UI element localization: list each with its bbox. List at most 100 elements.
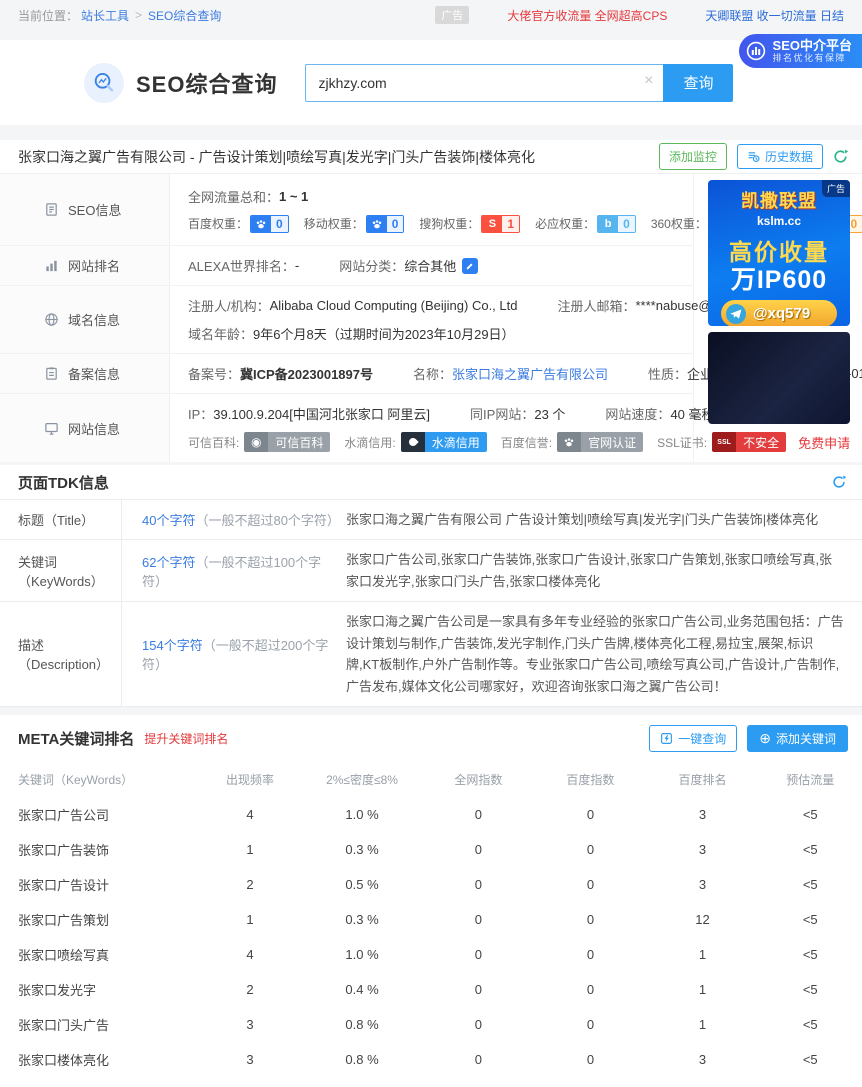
bing-weight-value: 0 [618,216,635,232]
breadcrumb-link-tools[interactable]: 站长工具 [81,7,129,24]
ssl-badge[interactable]: SSL不安全 [712,432,786,452]
promote-keyword-link[interactable]: 提升关键词排名 [144,730,228,747]
plus-circle-icon: ⊕ [759,731,771,745]
col-density: 2%≤密度≤8% [302,761,423,797]
trust-site-label: 可信百科: [188,434,239,451]
baidu-rank-cell: 3 [646,832,758,867]
seo-agency-ribbon[interactable]: SEO中介平台 排名优化有保障 [739,34,862,68]
est-traffic-cell: <5 [759,972,862,1007]
sidebar-item-site-rank[interactable]: 网站排名 [0,246,170,285]
query-button[interactable]: 查询 [663,64,733,102]
trust-badge[interactable]: ◉可信百科 [244,432,330,452]
frequency-cell: 1 [198,902,301,937]
table-row: 张家口门头广告 3 0.8 % 0 0 1 <5 [0,1007,862,1042]
one-click-query-button[interactable]: 一键查询 [649,725,737,752]
tdk-refresh-icon[interactable] [832,475,846,489]
table-row: 张家口楼体亮化 3 0.8 % 0 0 3 <5 [0,1042,862,1077]
ad-contact-pill[interactable]: @xq579 [721,300,837,326]
sogou-weight-value: 1 [502,216,519,232]
dark-ad-banner[interactable] [708,332,850,424]
baidu-weight-badge[interactable]: 0 [250,215,289,233]
meta-section-title: META关键词排名 [18,728,134,749]
keyword-cell: 张家口门头广告 [0,1007,198,1042]
paw-icon [557,432,581,452]
add-keyword-button[interactable]: ⊕ 添加关键词 [747,725,848,752]
baidu-index-link[interactable]: 0 [534,1007,646,1042]
table-row: 张家口喷绘写真 4 1.0 % 0 0 1 <5 [0,937,862,972]
net-index-cell: 0 [422,972,534,1007]
ribbon-line1: SEO中介平台 [773,38,852,54]
one-click-label: 一键查询 [678,730,726,747]
baidu-index-link[interactable]: 0 [534,1042,646,1077]
keyword-cell: 张家口广告设计 [0,867,198,902]
baidu-rank-cell: 3 [646,1042,758,1077]
breadcrumb-link-seo[interactable]: SEO综合查询 [148,7,221,24]
baidu-rank-cell: 1 [646,937,758,972]
baidu-index-link[interactable]: 0 [534,972,646,1007]
search-bar: × 查询 [305,64,733,102]
kaisa-ad-banner[interactable]: 广告 凯撒联盟 kslm.cc 高价收量 万IP600 @xq579 [708,180,850,326]
site-info-row: 网站信息 IP： 39.100.9.204[中国河北张家口 阿里云] 同IP网站… [0,394,693,462]
baidu-credit-badge[interactable]: 官网认证 [557,432,643,452]
history-label: 历史数据 [765,148,813,165]
net-index-cell: 0 [422,1042,534,1077]
waterdrop-badge[interactable]: 水滴信用 [401,432,487,452]
tdk-title-content: 张家口海之翼广告有限公司 广告设计策划|喷绘写真|发光字|门头广告装饰|楼体亮化 [340,500,862,539]
est-traffic-cell: <5 [759,797,862,832]
location-label: 当前位置： [18,7,78,24]
baidu-index-link[interactable]: 0 [534,867,646,902]
result-card: 张家口海之翼广告有限公司 - 广告设计策划|喷绘写真|发光字|门头广告装饰|楼体… [0,140,862,462]
frequency-cell: 1 [198,832,301,867]
col-keyword: 关键词（KeyWords） [0,761,198,797]
est-traffic-cell: <5 [759,1007,862,1042]
class-label: 网站分类： [339,256,404,275]
sidebar-item-seo-info[interactable]: SEO信息 [0,174,170,245]
col-frequency: 出现频率 [198,761,301,797]
traffic-value: 1 ~ 1 [279,189,308,204]
icp-name-link[interactable]: 张家口海之翼广告有限公司 [452,364,608,383]
history-data-button[interactable]: 历史数据 [737,144,823,169]
baidu-index-link[interactable]: 0 [534,832,646,867]
search-input[interactable] [305,64,663,102]
free-apply-link[interactable]: 免费申请 [798,433,850,452]
est-traffic-cell: <5 [759,832,862,867]
baidu-index-link[interactable]: 0 [534,902,646,937]
history-icon [747,150,760,163]
est-traffic-cell: <5 [759,902,862,937]
baidu-index-link[interactable]: 0 [534,937,646,972]
table-header-row: 关键词（KeyWords） 出现频率 2%≤密度≤8% 全网指数 百度指数 百度… [0,761,862,797]
sidebar-item-label: SEO信息 [68,200,121,219]
top-ad-link-blue[interactable]: 天卿联盟 收一切流量 日结 [705,7,844,24]
edit-icon[interactable] [462,258,478,274]
density-cell: 0.8 % [302,1042,423,1077]
add-monitor-button[interactable]: 添加监控 [659,143,727,170]
sidebar-item-icp-info[interactable]: 备案信息 [0,354,170,393]
sogou-weight-badge[interactable]: S1 [481,215,520,233]
add-keyword-label: 添加关键词 [776,730,836,747]
baidu-rank-cell: 12 [646,902,758,937]
mobile-weight-badge[interactable]: 0 [366,215,405,233]
keyword-cell: 张家口喷绘写真 [0,937,198,972]
ribbon-line2: 排名优化有保障 [773,53,852,64]
top-ad-link-red[interactable]: 大佬官方收流量 全网超高CPS [507,7,667,24]
density-cell: 1.0 % [302,797,423,832]
sidebar-item-label: 域名信息 [68,310,120,329]
sidebar-item-site-info[interactable]: 网站信息 [0,394,170,462]
baidu-index-link[interactable]: 0 [534,797,646,832]
globe-icon [44,312,59,327]
bing-weight-badge[interactable]: b0 [597,215,636,233]
ad-corner-tag: 广告 [822,180,850,197]
tdk-keywords-content: 张家口广告公司,张家口广告装饰,张家口广告设计,张家口广告策划,张家口喷绘写真,… [340,540,862,601]
baidu-rank-cell: 1 [646,972,758,1007]
baidu-weight-label: 百度权重： [188,215,248,232]
baidu-rank-cell: 3 [646,797,758,832]
ad-domain: kslm.cc [708,214,850,228]
refresh-icon[interactable] [833,149,848,164]
icp-no-label: 备案号： [188,364,240,383]
tdk-row-label: 标题（Title） [0,500,122,539]
ip-label: IP： [188,404,213,423]
clear-icon[interactable]: × [644,73,653,89]
tdk-note: （一般不超过80个字符） [195,513,339,528]
density-cell: 0.3 % [302,902,423,937]
sidebar-item-domain-info[interactable]: 域名信息 [0,286,170,353]
